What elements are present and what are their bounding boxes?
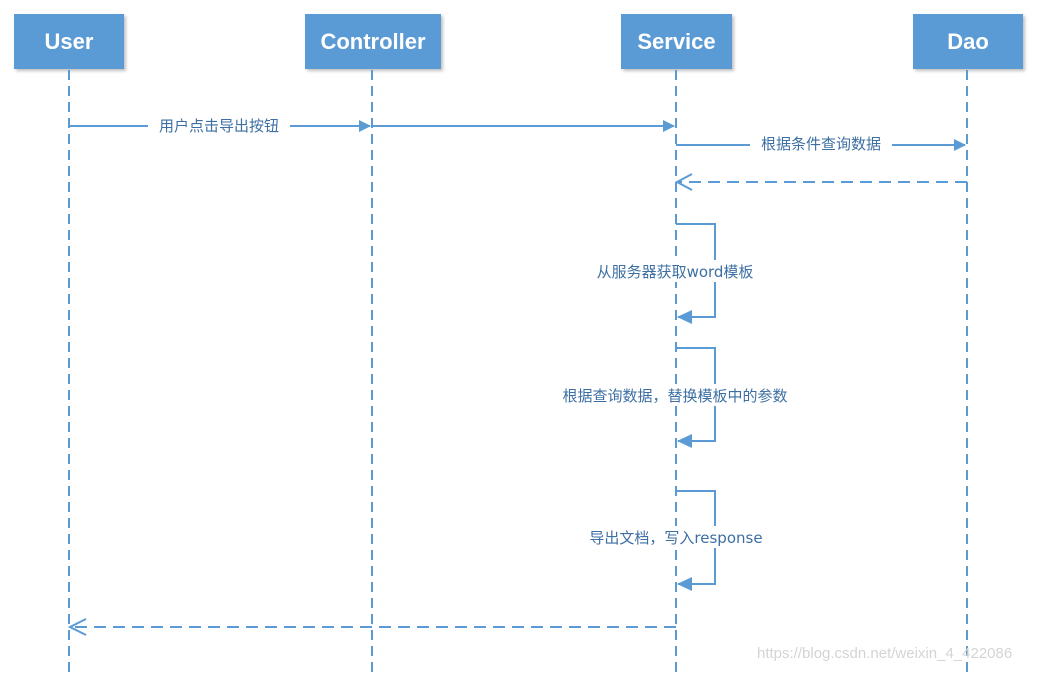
- message-label-get-template: 从服务器获取word模板: [597, 263, 754, 281]
- message-label-replace-params: 根据查询数据，替换模板中的参数: [562, 387, 787, 405]
- message-label-click-export: 用户点击导出按钮: [159, 117, 279, 135]
- self-call-arrowhead-1: [677, 310, 692, 324]
- self-call-arrowhead-3: [677, 577, 692, 591]
- self-call-arrowhead-2: [677, 434, 692, 448]
- sequence-diagram: 用户点击导出按钮 根据条件查询数据 从服务器获取word模板 根据查询数据，替换…: [67, 70, 968, 673]
- watermark: https://blog.csdn.net/weixin_4_422086: [757, 645, 1013, 662]
- message-label-query-by-condition: 根据条件查询数据: [761, 135, 881, 153]
- message-label-export-doc: 导出文档，写入response: [589, 529, 762, 547]
